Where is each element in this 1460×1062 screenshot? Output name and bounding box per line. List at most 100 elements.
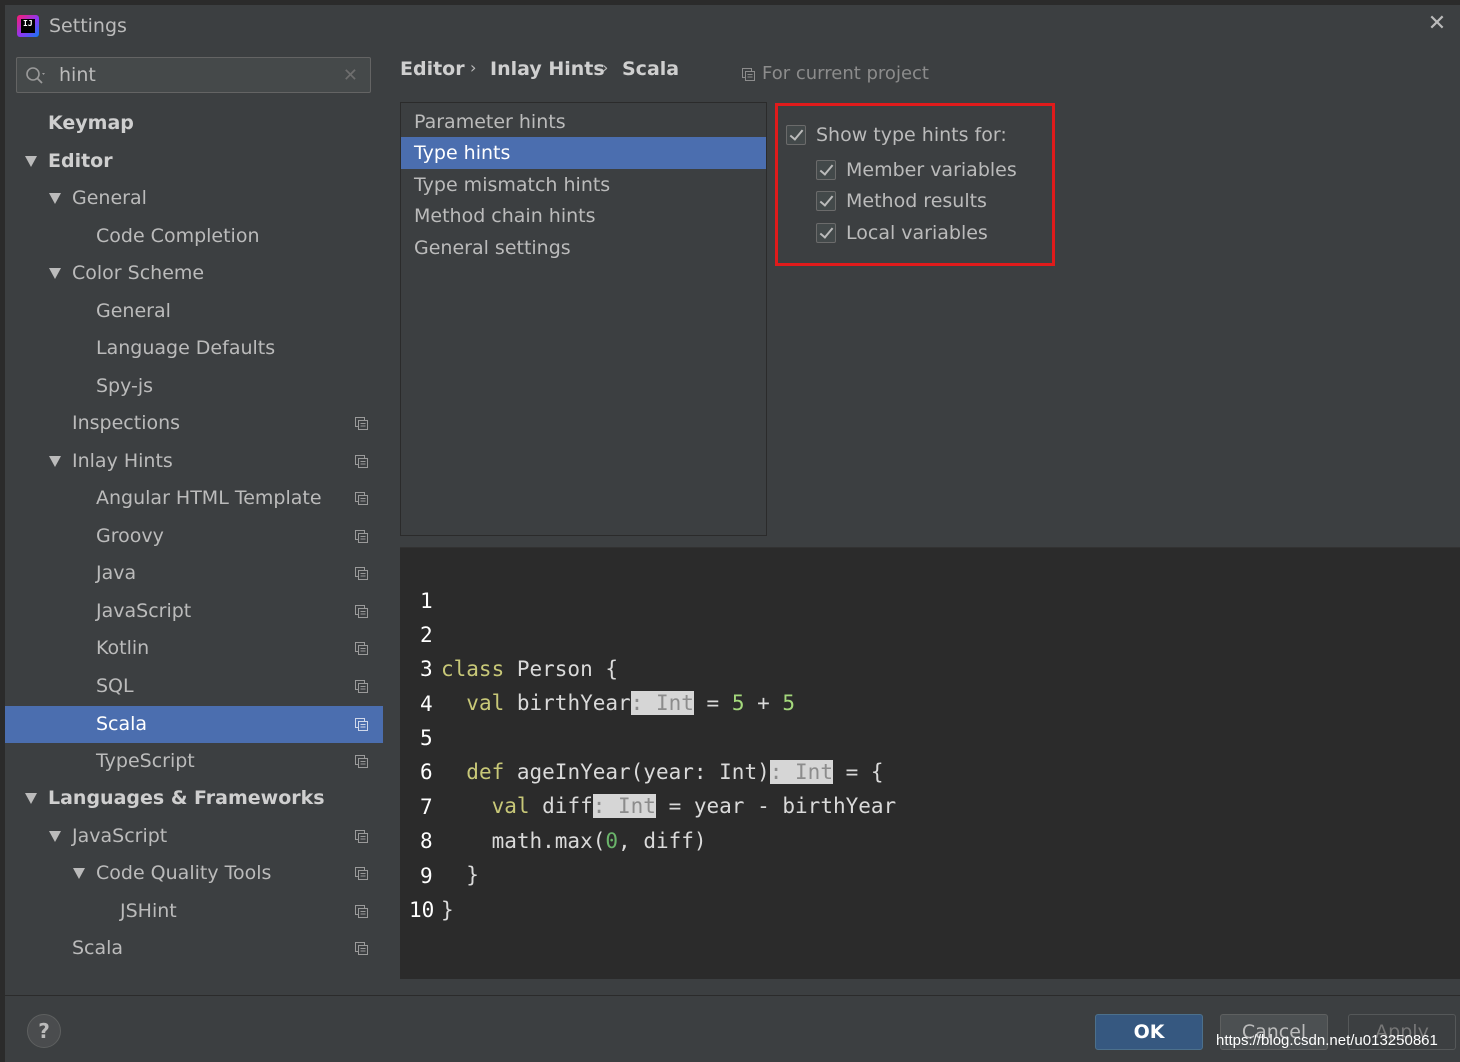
- checkbox-checked-icon[interactable]: [816, 160, 836, 180]
- code-line: 5 def ageInYear(year: Int): Int = {: [400, 687, 884, 784]
- tree-item-editor[interactable]: Editor: [5, 143, 383, 180]
- project-scope-icon: [355, 718, 368, 731]
- tree-item-lf-javascript[interactable]: JavaScript: [5, 818, 383, 855]
- expand-arrow-icon[interactable]: [25, 793, 37, 804]
- project-scope-icon: [355, 605, 368, 618]
- inlay-type-hint: : Int: [769, 760, 833, 784]
- tree-item-code-quality-tools[interactable]: Code Quality Tools: [5, 855, 383, 892]
- project-scope-icon: [355, 455, 368, 468]
- code-text: val diff: Int = year - birthYear: [491, 794, 897, 818]
- tree-item-inlay-hints[interactable]: Inlay Hints: [5, 443, 383, 480]
- tree-item-kotlin[interactable]: Kotlin: [5, 630, 383, 667]
- code-text: val birthYear: Int = 5 + 5: [466, 691, 796, 715]
- expand-arrow-icon[interactable]: [49, 831, 61, 842]
- checkbox-checked-icon[interactable]: [786, 125, 806, 145]
- code-line: 8 }: [400, 790, 479, 887]
- checkbox-checked-icon[interactable]: [816, 191, 836, 211]
- tree-item-label: General: [72, 187, 147, 209]
- project-scope-icon: [355, 492, 368, 505]
- hint-category-type[interactable]: Type hints: [401, 137, 766, 169]
- code-line: 3 val birthYear: Int = 5 + 5: [400, 618, 795, 715]
- code-line: 10: [400, 859, 451, 922]
- expand-arrow-icon[interactable]: [49, 268, 61, 279]
- project-scope-icon: [355, 680, 368, 693]
- tree-item-languages-frameworks[interactable]: Languages & Frameworks: [5, 780, 383, 817]
- code-text: def ageInYear(year: Int): Int = {: [466, 760, 884, 784]
- expand-arrow-icon[interactable]: [73, 868, 85, 879]
- hint-category-parameter[interactable]: Parameter hints: [401, 106, 766, 138]
- clear-search-icon[interactable]: ✕: [343, 65, 358, 86]
- window-title: Settings: [49, 15, 127, 37]
- expand-arrow-icon[interactable]: [49, 193, 61, 204]
- project-scope-icon: [355, 417, 368, 430]
- code-line: 7 math.max(0, diff): [400, 756, 707, 853]
- tree-item-label: Groovy: [96, 525, 164, 547]
- tree-item-label: Code Completion: [96, 225, 260, 247]
- tree-item-label: JavaScript: [72, 825, 168, 847]
- inlay-type-hint: : Int: [630, 691, 694, 715]
- expand-arrow-icon[interactable]: [49, 456, 61, 467]
- hint-category-list: Parameter hints Type hints Type mismatch…: [400, 102, 767, 536]
- hint-category-type-mismatch[interactable]: Type mismatch hints: [401, 169, 766, 201]
- tree-item-label: Scala: [96, 713, 148, 735]
- code-preview[interactable]: 1 2 class Person { 3 val birthYear: Int …: [400, 547, 1460, 979]
- tree-item-groovy[interactable]: Groovy: [5, 518, 383, 555]
- tree-item-label: Java: [96, 562, 137, 584]
- expand-arrow-icon[interactable]: [25, 156, 37, 167]
- tree-item-sql[interactable]: SQL: [5, 668, 383, 705]
- tree-item-javascript[interactable]: JavaScript: [5, 593, 383, 630]
- watermark-text: https://blog.csdn.net/u013250861: [1216, 1032, 1438, 1049]
- tree-item-label: Keymap: [48, 112, 134, 134]
- close-icon[interactable]: ✕: [1424, 11, 1450, 37]
- project-scope-icon: [355, 905, 368, 918]
- tree-item-keymap[interactable]: Keymap: [5, 105, 383, 142]
- search-icon: [26, 67, 45, 84]
- project-scope-icon: [742, 68, 755, 81]
- code-text: class Person {: [441, 657, 619, 681]
- tree-item-angular-html-template[interactable]: Angular HTML Template: [5, 480, 383, 517]
- code-line: 9 }: [400, 825, 454, 922]
- tree-item-label: JavaScript: [96, 600, 192, 622]
- tree-item-label: JSHint: [120, 900, 177, 922]
- tree-item-color-scheme[interactable]: Color Scheme: [5, 255, 383, 292]
- ok-button[interactable]: OK: [1095, 1014, 1203, 1050]
- breadcrumb-editor[interactable]: Editor: [400, 58, 465, 80]
- breadcrumb-scala: Scala: [622, 58, 680, 80]
- tree-item-lf-scala[interactable]: Scala: [5, 930, 383, 967]
- tree-item-code-completion[interactable]: Code Completion: [5, 218, 383, 255]
- tree-item-label: TypeScript: [96, 750, 195, 772]
- project-scope-icon: [355, 567, 368, 580]
- for-project-label: For current project: [762, 63, 929, 84]
- search-box[interactable]: ✕: [16, 57, 371, 93]
- tree-item-java[interactable]: Java: [5, 555, 383, 592]
- tree-item-color-general[interactable]: General: [5, 293, 383, 330]
- help-icon[interactable]: ?: [27, 1014, 61, 1048]
- code-text: math.max(0, diff): [491, 829, 707, 853]
- tree-item-label: Color Scheme: [72, 262, 205, 284]
- tree-item-label: SQL: [96, 675, 134, 697]
- breadcrumb-inlay-hints[interactable]: Inlay Hints: [490, 58, 605, 80]
- project-scope-icon: [355, 830, 368, 843]
- code-line: 1: [400, 550, 451, 613]
- tree-item-label: Inlay Hints: [72, 450, 173, 472]
- tree-item-general[interactable]: General: [5, 180, 383, 217]
- breadcrumb-separator-icon: ›: [470, 58, 477, 77]
- tree-item-label: Inspections: [72, 412, 181, 434]
- hint-category-method-chain[interactable]: Method chain hints: [401, 200, 766, 232]
- tree-item-label: General: [96, 300, 171, 322]
- search-input[interactable]: [59, 62, 329, 88]
- tree-item-inspections[interactable]: Inspections: [5, 405, 383, 442]
- tree-item-spy-js[interactable]: Spy-js: [5, 368, 383, 405]
- tree-item-scala[interactable]: Scala: [5, 706, 383, 743]
- tree-item-label: Editor: [48, 150, 113, 172]
- tree-item-language-defaults[interactable]: Language Defaults: [5, 330, 383, 367]
- hint-category-general-settings[interactable]: General settings: [401, 232, 766, 264]
- code-line: 4: [400, 653, 451, 716]
- tree-item-typescript[interactable]: TypeScript: [5, 743, 383, 780]
- tree-item-label: Scala: [72, 937, 124, 959]
- checkbox-checked-icon[interactable]: [816, 223, 836, 243]
- breadcrumb-separator-icon: ›: [602, 58, 609, 77]
- settings-sidebar: ✕ Keymap Editor General Code Completion …: [5, 45, 383, 995]
- tree-item-jshint[interactable]: JSHint: [5, 893, 383, 930]
- line-number: 10: [409, 898, 435, 922]
